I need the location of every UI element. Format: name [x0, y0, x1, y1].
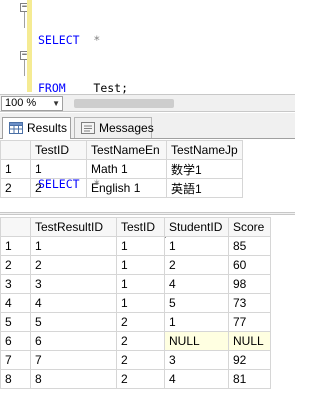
grid-cell[interactable]: Math 1 [86, 159, 167, 179]
grid-cell[interactable]: English 1 [86, 178, 167, 198]
change-marker-bar [27, 0, 32, 92]
grid-cell[interactable]: 5 [30, 312, 117, 332]
row-number[interactable]: 7 [0, 350, 31, 370]
horizontal-scrollbar[interactable] [68, 99, 292, 108]
table-row: 6 6 2 NULL NULL [0, 331, 271, 351]
grid-header-row: TestResultID TestID StudentID Score [0, 217, 271, 237]
results-grid-test[interactable]: TestID TestNameEn TestNameJp 1 1 Math 1 … [0, 140, 243, 198]
column-header[interactable]: TestNameJp [166, 140, 243, 160]
row-number[interactable]: 5 [0, 312, 31, 332]
grid-cell[interactable]: 85 [228, 236, 271, 256]
table-row: 5 5 2 1 77 [0, 312, 271, 332]
grid-cell[interactable]: 2 [30, 178, 87, 198]
grid-cell[interactable]: 2 [116, 312, 165, 332]
pane-splitter[interactable] [0, 212, 295, 215]
grid-cell[interactable]: 98 [228, 274, 271, 294]
tab-messages[interactable]: Messages [74, 117, 154, 138]
zoom-value: 100 % [5, 97, 37, 109]
grid-cell[interactable]: 4 [164, 369, 229, 389]
grid-corner[interactable] [0, 217, 31, 237]
grid-icon [9, 122, 23, 134]
column-header[interactable]: TestResultID [30, 217, 117, 237]
collapse-guide [24, 60, 25, 76]
row-number[interactable]: 1 [0, 236, 31, 256]
tab-results-label: Results [27, 121, 68, 135]
grid-cell[interactable]: 1 [116, 293, 165, 313]
column-header[interactable]: StudentID [164, 217, 229, 237]
grid-cell[interactable]: 8 [30, 369, 117, 389]
grid-cell[interactable]: 73 [228, 293, 271, 313]
row-number[interactable]: 1 [0, 159, 31, 179]
grid-cell[interactable]: 数学1 [166, 159, 243, 179]
grid-cell[interactable]: 1 [30, 159, 87, 179]
row-number[interactable]: 8 [0, 369, 31, 389]
results-tab-strip: Results Messages [0, 113, 295, 139]
column-header[interactable]: TestID [30, 140, 87, 160]
zoom-select[interactable]: 100 % ▼ [1, 96, 63, 111]
grid-cell[interactable]: NULL [164, 331, 229, 351]
grid-cell[interactable]: 7 [30, 350, 117, 370]
table-row: 3 3 1 4 98 [0, 274, 271, 294]
row-number[interactable]: 3 [0, 274, 31, 294]
row-number[interactable]: 4 [0, 293, 31, 313]
sql-editor[interactable]: − − SELECT * FROM Test; ----------- SELE… [0, 0, 295, 239]
scrollbar-thumb[interactable] [74, 99, 174, 108]
table-row: 4 4 1 5 73 [0, 293, 271, 313]
grid-cell[interactable]: 4 [30, 293, 117, 313]
editor-gutter [0, 0, 27, 92]
tab-results[interactable]: Results [2, 117, 71, 139]
column-header[interactable]: TestNameEn [86, 140, 167, 160]
results-grid-testresult[interactable]: TestResultID TestID StudentID Score 1111… [0, 217, 271, 389]
table-row: 7 7 2 3 92 [0, 350, 271, 370]
grid-cell[interactable]: 81 [228, 369, 271, 389]
grid-cell[interactable]: 1 [116, 236, 165, 256]
grid-cell[interactable]: 3 [164, 350, 229, 370]
grid-header-row: TestID TestNameEn TestNameJp [0, 140, 243, 160]
grid-cell[interactable]: 英語1 [166, 178, 243, 198]
tab-messages-label: Messages [99, 121, 154, 135]
grid-cell[interactable]: 2 [116, 350, 165, 370]
grid-corner[interactable] [0, 140, 31, 160]
table-row: 8 8 2 4 81 [0, 369, 271, 389]
message-icon [81, 122, 95, 134]
grid-cell[interactable]: 1 [30, 236, 117, 256]
grid-cell[interactable]: 5 [164, 293, 229, 313]
table-row: 1 1 Math 1 数学1 [0, 159, 243, 179]
grid-cell[interactable]: 1 [164, 236, 229, 256]
chevron-down-icon[interactable]: ▼ [52, 97, 60, 110]
row-number[interactable]: 2 [0, 255, 31, 275]
zoom-bar: 100 % ▼ [0, 94, 295, 112]
row-number[interactable]: 6 [0, 331, 31, 351]
grid-cell[interactable]: 77 [228, 312, 271, 332]
grid-cell[interactable]: 6 [30, 331, 117, 351]
column-header[interactable]: Score [228, 217, 271, 237]
grid-cell[interactable]: 2 [164, 255, 229, 275]
column-header[interactable]: TestID [116, 217, 165, 237]
table-row: 2 2 English 1 英語1 [0, 178, 243, 198]
row-number[interactable]: 2 [0, 178, 31, 198]
grid-cell[interactable]: 2 [30, 255, 117, 275]
code-line: SELECT * [38, 33, 101, 47]
grid-cell[interactable]: NULL [228, 331, 271, 351]
grid-cell[interactable]: 4 [164, 274, 229, 294]
grid-cell[interactable]: 2 [116, 369, 165, 389]
grid-cell[interactable]: 2 [116, 331, 165, 351]
grid-cell[interactable]: 60 [228, 255, 271, 275]
table-row: 2 2 1 2 60 [0, 255, 271, 275]
table-row: 1 1 1 1 85 [0, 236, 271, 256]
grid-cell[interactable]: 1 [164, 312, 229, 332]
grid-cell[interactable]: 92 [228, 350, 271, 370]
grid-cell[interactable]: 3 [30, 274, 117, 294]
collapse-guide [24, 12, 25, 28]
grid-cell[interactable]: 1 [116, 274, 165, 294]
grid-cell[interactable]: 1 [116, 255, 165, 275]
